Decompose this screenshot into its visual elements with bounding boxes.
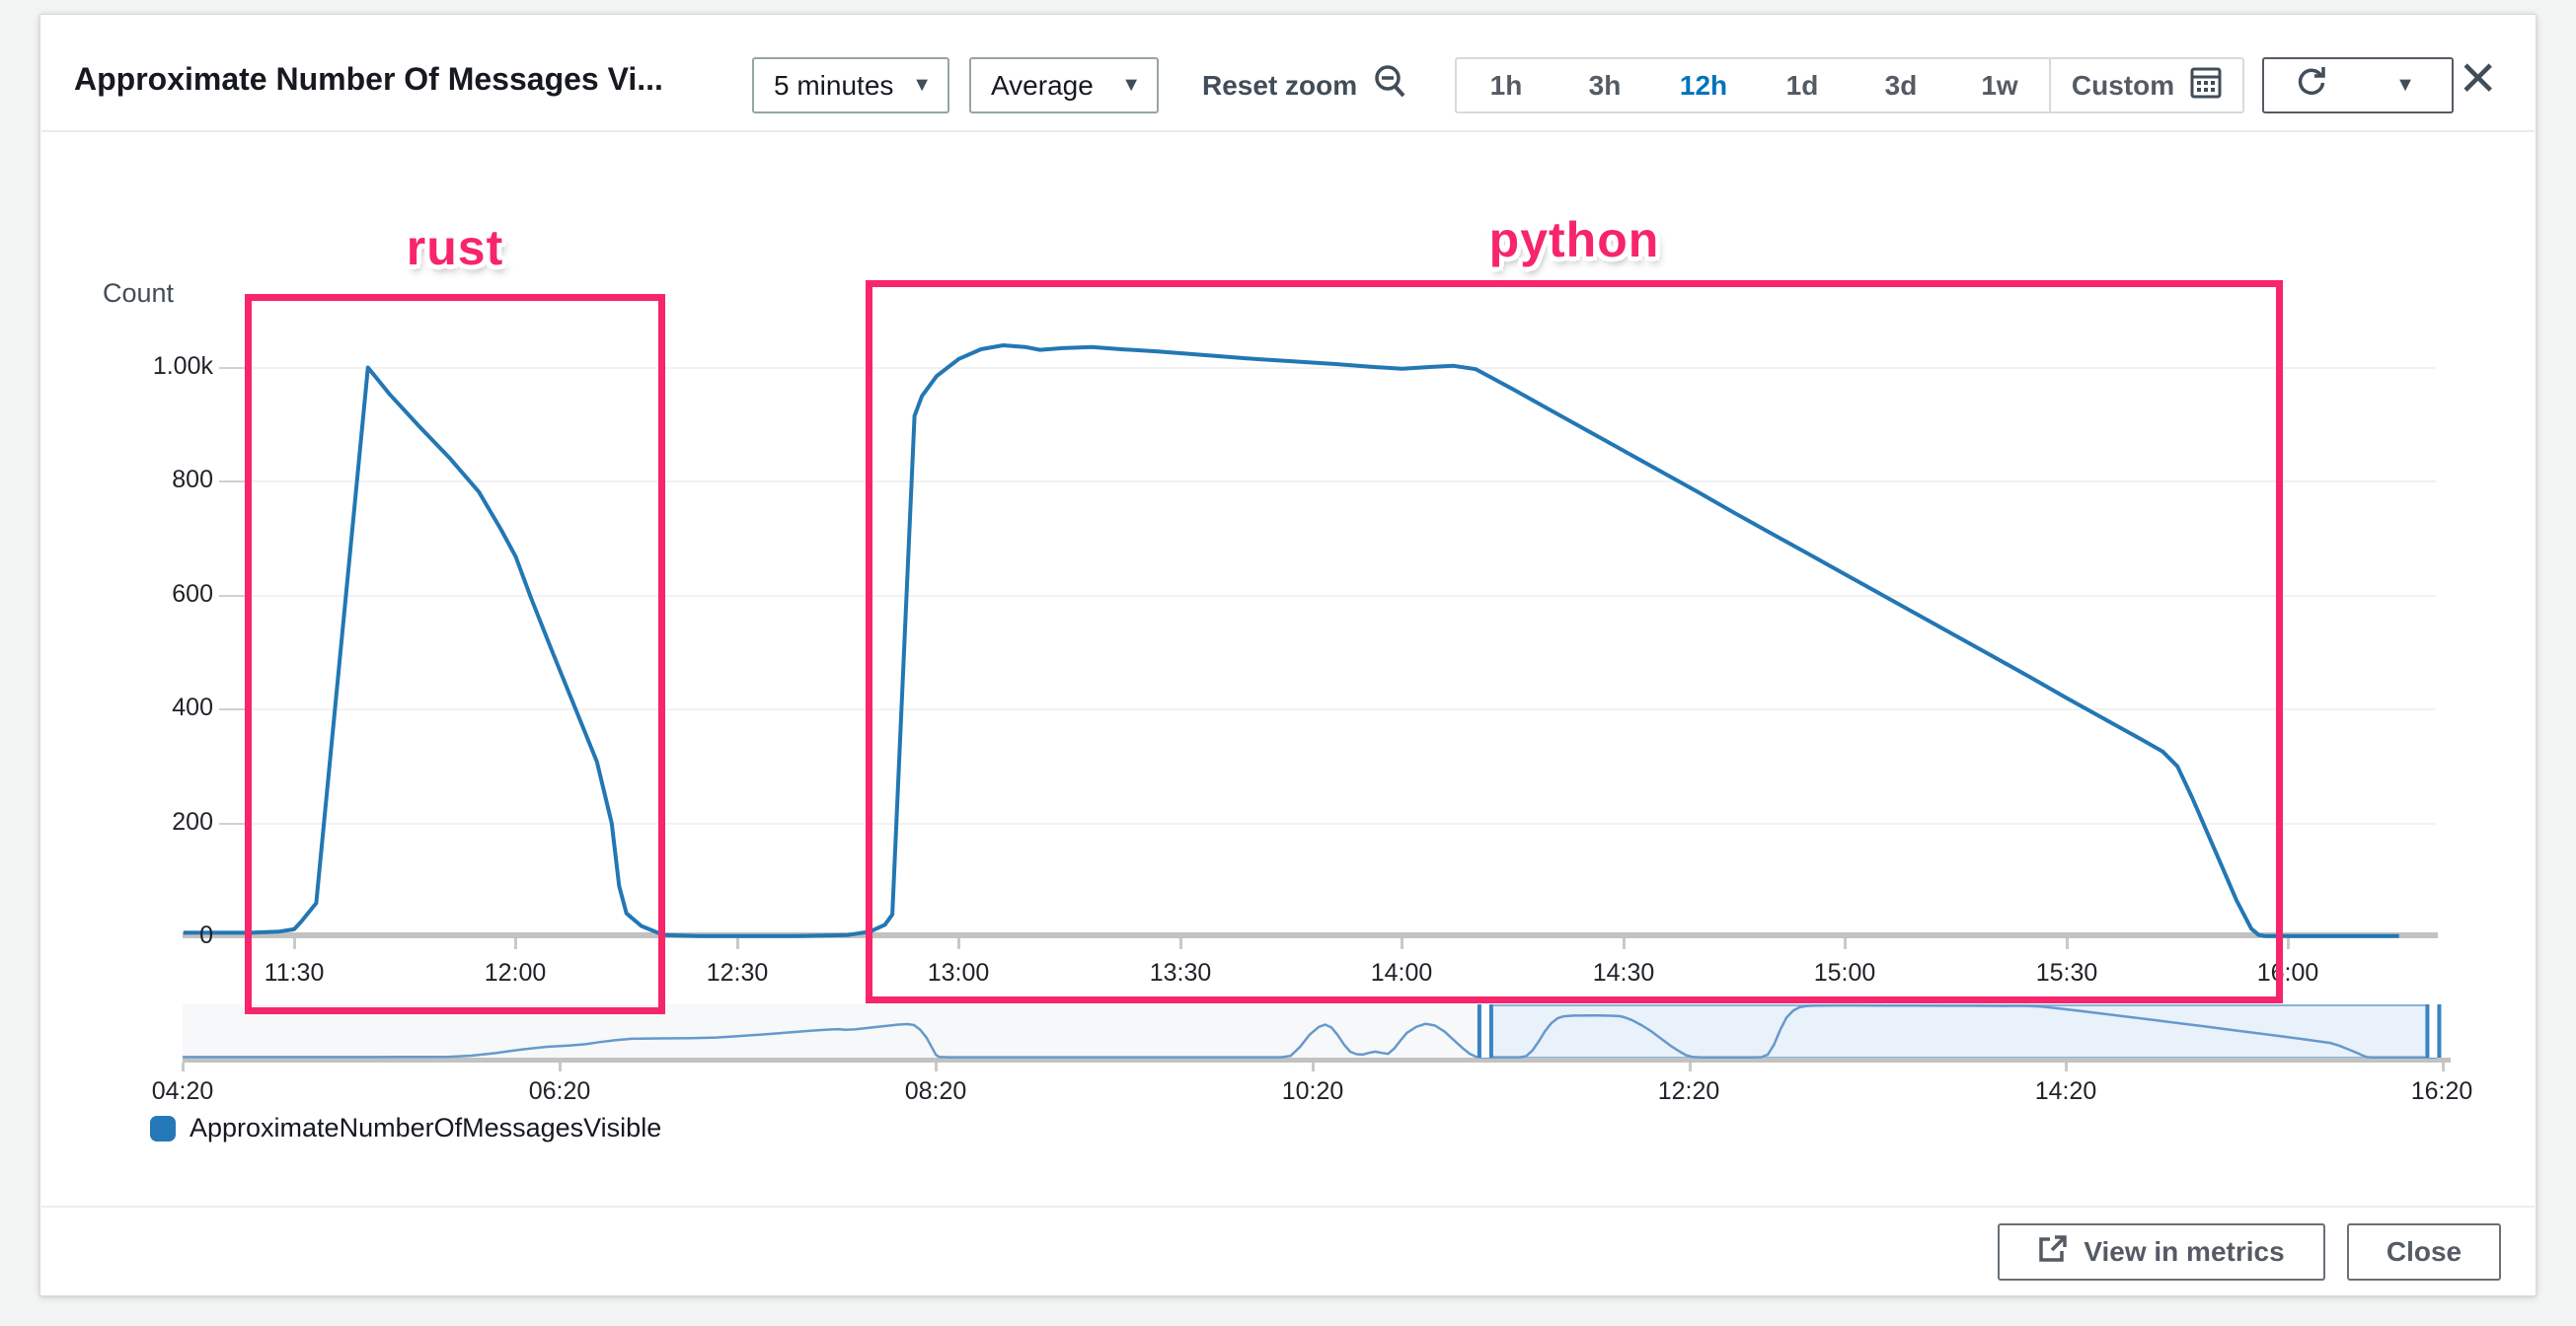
x-tick-1200: 12:00 xyxy=(446,959,584,988)
external-link-icon xyxy=(2038,1234,2068,1271)
refresh-options-button[interactable]: ▼ xyxy=(2359,57,2454,113)
brush-tick-1620: 16:20 xyxy=(2373,1077,2511,1106)
statistic-select[interactable]: Average ▼ xyxy=(969,57,1159,113)
y-tick-800: 800 xyxy=(65,466,213,494)
range-12h-selected[interactable]: 12h xyxy=(1654,59,1753,111)
python-annotation-label: python xyxy=(866,211,2283,268)
y-axis-title: Count xyxy=(103,278,174,309)
zoom-out-icon xyxy=(1371,62,1410,109)
close-button[interactable]: Close xyxy=(2347,1223,2501,1281)
legend-color-swatch xyxy=(150,1116,176,1142)
legend-label: ApproximateNumberOfMessagesVisible xyxy=(189,1113,661,1143)
chevron-down-icon: ▼ xyxy=(912,74,932,97)
x-tick-1330: 13:30 xyxy=(1111,959,1250,988)
view-in-metrics-label: View in metrics xyxy=(2084,1236,2284,1268)
reset-zoom-button[interactable]: Reset zoom xyxy=(1202,57,1410,113)
x-tick-1230: 12:30 xyxy=(668,959,806,988)
period-select-value: 5 minutes xyxy=(774,70,893,102)
range-1h[interactable]: 1h xyxy=(1457,59,1555,111)
y-tick-200: 200 xyxy=(65,808,213,837)
brush-tick-1020: 10:20 xyxy=(1244,1077,1382,1106)
brush-tick-1220: 12:20 xyxy=(1620,1077,1758,1106)
range-1w[interactable]: 1w xyxy=(1950,59,2049,111)
x-tick-1430: 14:30 xyxy=(1554,959,1693,988)
reset-zoom-label: Reset zoom xyxy=(1202,70,1357,102)
range-3d[interactable]: 3d xyxy=(1852,59,1950,111)
statistic-select-value: Average xyxy=(991,70,1094,102)
x-tick-1600: 16:00 xyxy=(2219,959,2357,988)
range-1d[interactable]: 1d xyxy=(1753,59,1852,111)
y-tick-400: 400 xyxy=(65,694,213,722)
period-select[interactable]: 5 minutes ▼ xyxy=(752,57,949,113)
brush-tick-0420: 04:20 xyxy=(114,1077,252,1106)
y-tick-1k: 1.00k xyxy=(65,352,213,381)
view-in-metrics-button[interactable]: View in metrics xyxy=(1998,1223,2325,1281)
y-tick-600: 600 xyxy=(65,580,213,609)
brush-tick-0620: 06:20 xyxy=(491,1077,629,1106)
close-button-label: Close xyxy=(2387,1236,2462,1268)
brush-tick-1420: 14:20 xyxy=(1997,1077,2135,1106)
x-tick-1300: 13:00 xyxy=(889,959,1027,988)
refresh-icon xyxy=(2293,64,2330,107)
brush-tick-0820: 08:20 xyxy=(867,1077,1005,1106)
refresh-button[interactable] xyxy=(2262,57,2361,113)
y-tick-0: 0 xyxy=(65,921,213,950)
footer-divider xyxy=(41,1206,2535,1208)
x-tick-1500: 15:00 xyxy=(1776,959,1914,988)
chevron-down-icon: ▼ xyxy=(1121,74,1141,97)
legend-item[interactable]: ApproximateNumberOfMessagesVisible xyxy=(150,1113,661,1143)
range-3h[interactable]: 3h xyxy=(1555,59,1654,111)
page-title: Approximate Number Of Messages Vi... xyxy=(74,61,663,98)
custom-range-button[interactable]: Custom xyxy=(2051,59,2242,111)
x-tick-1130: 11:30 xyxy=(225,959,363,988)
close-icon[interactable]: × xyxy=(2460,45,2496,109)
header-divider xyxy=(41,130,2535,132)
rust-annotation-label: rust xyxy=(245,219,665,276)
x-tick-1400: 14:00 xyxy=(1332,959,1471,988)
time-range-group: 1h 3h 12h 1d 3d 1w Custom xyxy=(1455,57,2244,113)
x-tick-1530: 15:30 xyxy=(1998,959,2136,988)
page-background: Approximate Number Of Messages Vi... 5 m… xyxy=(0,0,2576,1326)
chevron-down-icon: ▼ xyxy=(2395,74,2415,97)
custom-range-label: Custom xyxy=(2072,70,2174,102)
calendar-icon xyxy=(2190,65,2222,106)
